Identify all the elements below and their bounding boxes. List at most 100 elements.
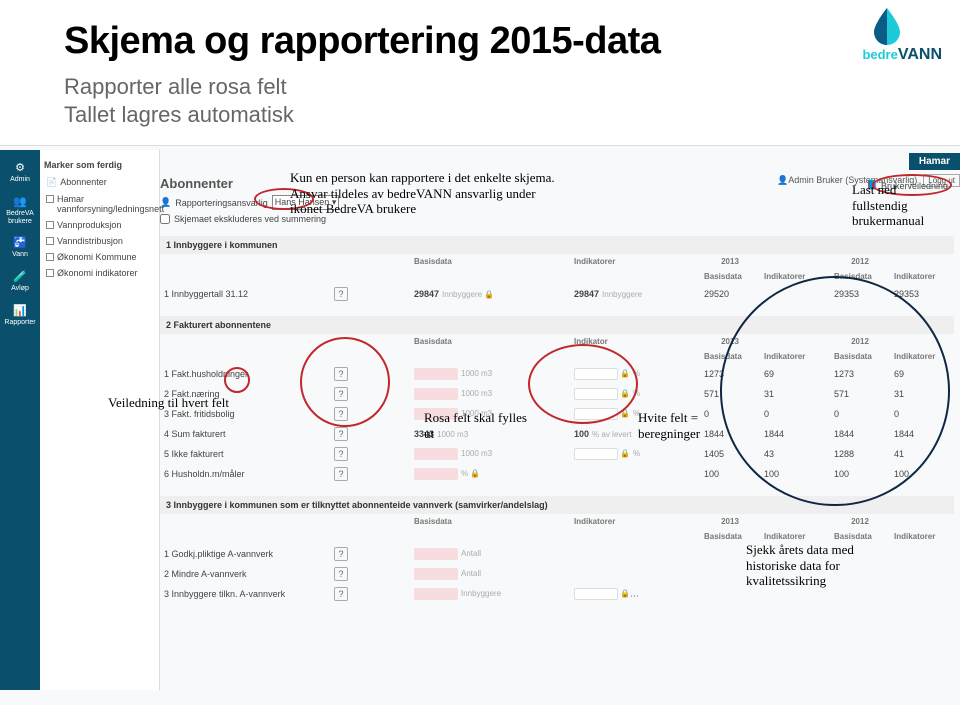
user-icon: 👤 xyxy=(160,197,171,208)
eksl-checkbox[interactable] xyxy=(160,214,170,224)
unit-label: Innbyggere xyxy=(602,290,642,299)
help-button[interactable]: ? xyxy=(334,547,348,561)
annotation-lastned: Last ned fullstendig brukermanual xyxy=(852,182,952,229)
help-button[interactable]: ? xyxy=(334,427,348,441)
checkbox-icon xyxy=(46,253,54,261)
row-label: 3 Innbyggere tilkn. A-vannverk xyxy=(160,586,330,602)
pink-input[interactable] xyxy=(414,468,458,480)
pink-input[interactable] xyxy=(414,588,458,600)
panel-marker: Marker som ferdig xyxy=(44,160,155,170)
row-label: 1 Innbyggertall 31.12 xyxy=(160,286,330,302)
unit-label: % xyxy=(461,469,468,478)
panel-abonnenter-label: Abonnenter xyxy=(60,177,107,187)
help-button[interactable]: ? xyxy=(334,587,348,601)
panel-item-okind[interactable]: Økonomi indikatorer xyxy=(44,265,155,281)
help-button[interactable]: ? xyxy=(334,447,348,461)
lock-icon: 🔒 xyxy=(470,469,480,478)
users-icon: 👥 xyxy=(2,196,38,208)
chart-icon: 📊 xyxy=(2,305,38,317)
s1-basis-val: 29847 xyxy=(414,289,439,299)
app-topbar: bedreVann Deltaker Hamar xyxy=(34,150,960,172)
hdr-2012: 2012 xyxy=(830,514,890,529)
lock-icon: 🔒 xyxy=(620,589,630,598)
sidebar-item-admin[interactable]: ⚙ Admin xyxy=(0,156,40,190)
pipe-icon: 🧪 xyxy=(2,271,38,283)
panel-item-vanndist[interactable]: Vanndistribusjon xyxy=(44,233,155,249)
red-circle xyxy=(528,344,638,424)
app-kommune-badge: Hamar xyxy=(909,153,960,170)
panel-okonomi-label: Økonomi Kommune xyxy=(57,252,137,262)
panel-hamar-label: Hamar vannforsyning/ledningsnett xyxy=(57,194,164,214)
brand-bedre: bedre xyxy=(862,47,897,62)
help-button[interactable]: ? xyxy=(334,467,348,481)
hdr-ind: Indikatorer xyxy=(570,254,650,269)
cell-value: 100 xyxy=(574,429,589,439)
hdr-basis: Basisdata xyxy=(410,254,510,269)
sidebar-item-bedreva[interactable]: 👥 BedreVA brukere xyxy=(0,190,40,231)
sidebar-vann-label: Vann xyxy=(12,251,28,258)
sidebar-item-vann[interactable]: 🚰 Vann xyxy=(0,231,40,265)
hdr-basis: Basisdata xyxy=(410,334,510,349)
unit-label: 1000 m3 xyxy=(461,449,492,458)
file-icon: 📄 xyxy=(46,177,57,188)
pink-input[interactable] xyxy=(414,568,458,580)
checkbox-icon xyxy=(46,269,54,277)
annotation-hvite: Hvite felt = beregninger xyxy=(638,410,748,441)
section-1-header: Basisdata Indikatorer 2013 2012 xyxy=(160,254,954,269)
row-label: 2 Mindre A-vannverk xyxy=(160,566,330,582)
gear-icon: ⚙ xyxy=(2,162,38,174)
sidebar: ⚙ Admin 👥 BedreVA brukere 🚰 Vann 🧪 Avløp 📊Ra… xyxy=(0,150,40,690)
row-label: 6 Husholdn.m/måler xyxy=(160,466,330,482)
panel-item-hamar[interactable]: Hamar vannforsyning/ledningsnett xyxy=(44,191,155,217)
sidebar-admin-label: Admin xyxy=(10,176,30,183)
panel-item-okonomi[interactable]: Økonomi Kommune xyxy=(44,249,155,265)
panel-vanndist-label: Vanndistribusjon xyxy=(57,236,123,246)
panel-item-abonnenter[interactable]: 📄Abonnenter xyxy=(44,174,155,191)
tap-icon: 🚰 xyxy=(2,237,38,249)
lock-icon: 🔒 xyxy=(620,449,630,458)
slide-title: Skjema og rapportering 2015-data xyxy=(64,20,660,63)
panel-vannprod-label: Vannproduksjon xyxy=(57,220,121,230)
annotation-rosa: Rosa felt skal fylles ut xyxy=(424,410,534,441)
checkbox-icon xyxy=(46,237,54,245)
sidebar-item-avlop[interactable]: 🧪 Avløp xyxy=(0,265,40,299)
pink-input[interactable] xyxy=(414,368,458,380)
pink-input[interactable] xyxy=(414,548,458,560)
slide-sub-1: Rapporter alle rosa felt xyxy=(64,73,660,101)
help-button[interactable]: ? xyxy=(334,567,348,581)
panel-item-vannprod[interactable]: Vannproduksjon xyxy=(44,217,155,233)
annotation-sjekk: Sjekk årets data med historiske data for… xyxy=(746,542,906,589)
pink-input[interactable] xyxy=(414,448,458,460)
section-1-bar: 1 Innbyggere i kommunen xyxy=(160,236,954,254)
help-button[interactable]: ? xyxy=(334,287,348,301)
dark-circle xyxy=(720,276,950,506)
sidebar-bedreva-label: BedreVA brukere xyxy=(6,210,34,225)
sidebar-item-rapporter[interactable]: 📊Rapporter xyxy=(0,299,40,333)
secondary-panel: Marker som ferdig 📄Abonnenter Hamar vann… xyxy=(40,150,160,690)
unit-label: 1000 m3 xyxy=(461,369,492,378)
brand-vann: VANN xyxy=(898,46,942,63)
unit-label: Innbyggere xyxy=(461,589,501,598)
unit-label: Antall xyxy=(461,569,481,578)
hdr-2012: 2012 xyxy=(830,254,890,269)
white-field xyxy=(574,588,618,600)
unit-label: Antall xyxy=(461,549,481,558)
red-circle xyxy=(300,337,390,427)
sidebar-avlop-label: Avløp xyxy=(11,285,29,292)
unit-label: % av levert xyxy=(592,430,632,439)
hdr-basis-13: Basisdata xyxy=(700,269,760,284)
row-label: 1 Godkj.pliktige A-vannverk xyxy=(160,546,330,562)
hdr-basis: Basisdata xyxy=(410,514,510,529)
unit-label: 1000 m3 xyxy=(461,389,492,398)
water-drop-icon xyxy=(862,6,912,46)
annotation-top: Kun en person kan rapportere i det enkel… xyxy=(290,170,570,217)
cell-value: 29520 xyxy=(700,286,760,302)
brand-logo: bedreVANN xyxy=(862,6,942,64)
red-circle xyxy=(224,367,250,393)
white-field xyxy=(574,448,618,460)
hdr-2013: 2013 xyxy=(700,254,760,269)
unit-label: Innbyggere xyxy=(442,290,482,299)
row-label: 5 Ikke fakturert xyxy=(160,446,330,462)
pink-input[interactable] xyxy=(414,388,458,400)
annotation-veiledning: Veiledning til hvert felt xyxy=(108,395,248,411)
